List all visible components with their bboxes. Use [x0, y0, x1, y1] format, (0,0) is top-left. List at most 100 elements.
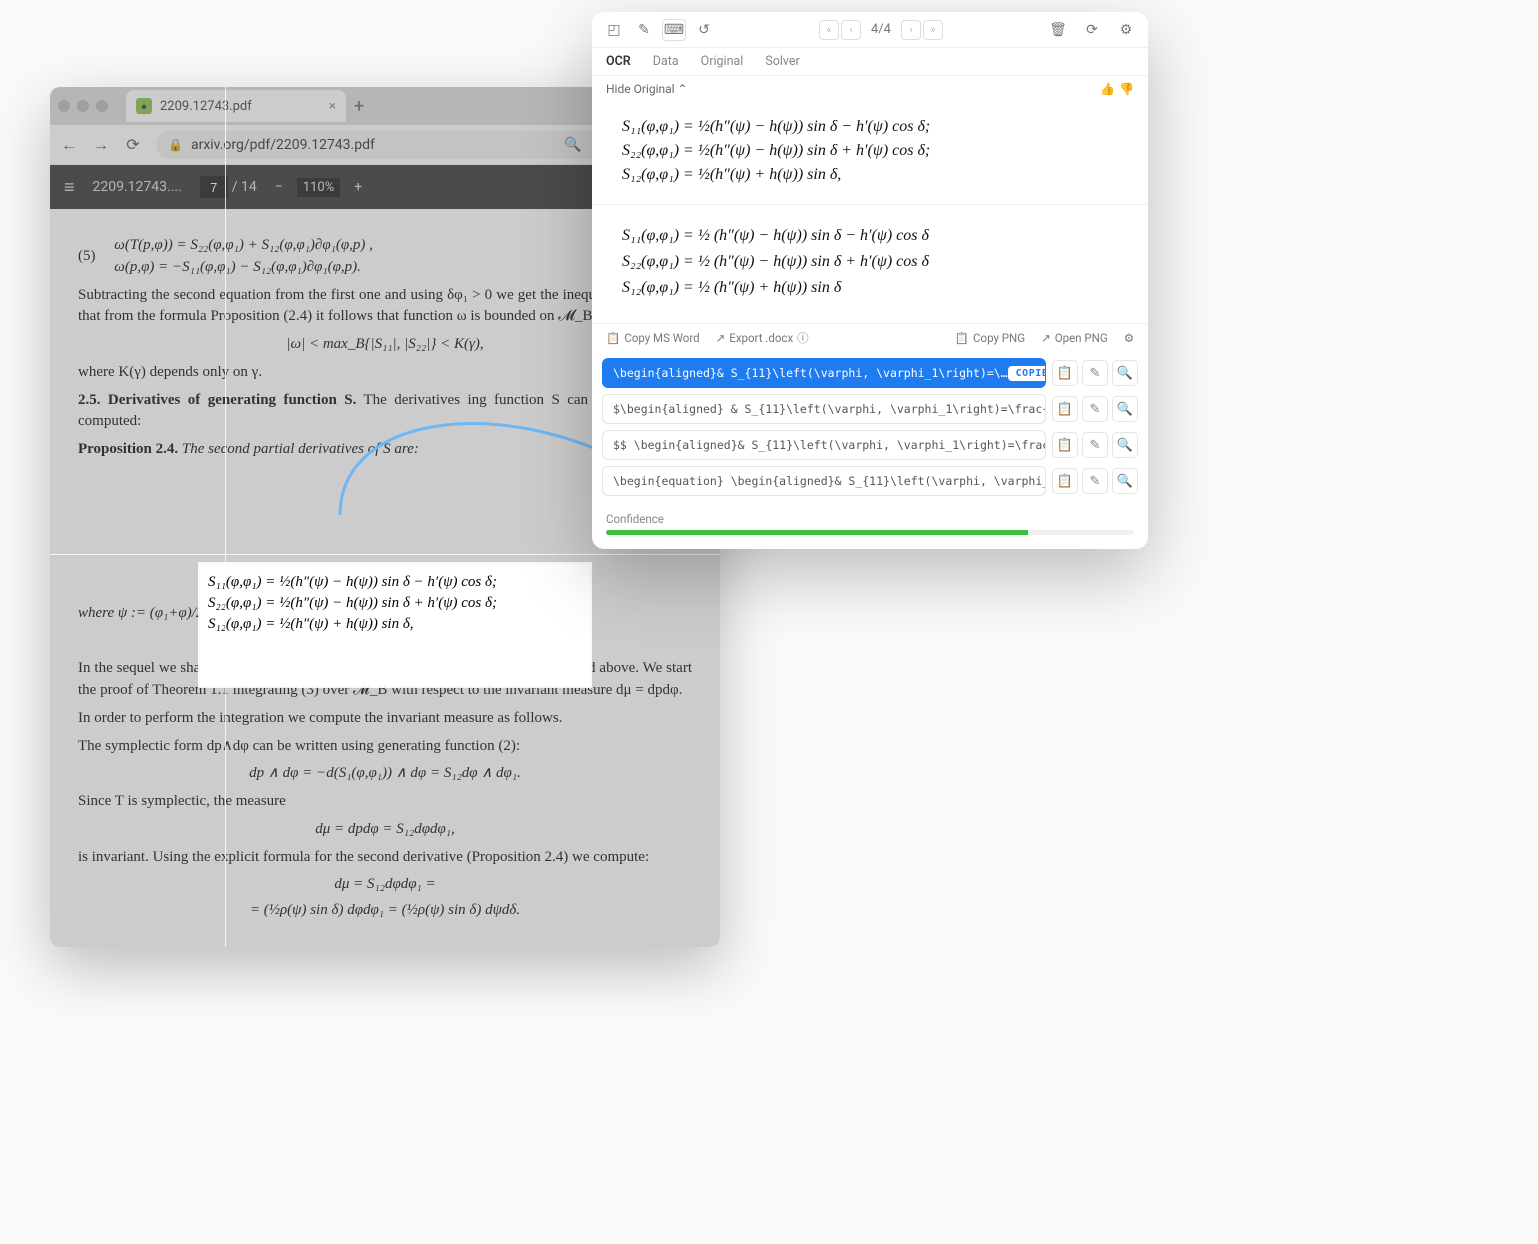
minimize-window-icon[interactable] — [77, 100, 89, 112]
zoom-controls: − 110% + — [275, 178, 362, 197]
section-heading: 2.5. Derivatives of generating function … — [78, 392, 356, 408]
tab-ocr[interactable]: OCR — [606, 54, 631, 69]
copy-button[interactable]: 📋 — [1052, 396, 1078, 422]
original-eq-2: S₂₂(φ,φ₁) = ½(h″(ψ) − h(ψ)) sin δ + h′(ψ… — [622, 142, 1118, 160]
copy-icon: 📋 — [955, 331, 969, 345]
paragraph: The symplectic form dp∧dφ can be written… — [78, 736, 692, 758]
edit-button[interactable]: ✎ — [1082, 396, 1108, 422]
tab-solver[interactable]: Solver — [765, 54, 799, 69]
thumbs-up-icon[interactable]: 👍 — [1100, 82, 1115, 96]
copy-button[interactable]: 📋 — [1052, 432, 1078, 458]
result-text[interactable]: $$ \begin{aligned}& S_{11}\left(\varphi,… — [602, 430, 1046, 460]
new-tab-button[interactable]: + — [354, 96, 364, 117]
symplectic-eq: dp ∧ dφ = −d(S₁(φ,φ₁)) ∧ dφ = S₁₂dφ ∧ dφ… — [78, 763, 692, 785]
paragraph: Since T is symplectic, the measure — [78, 791, 692, 813]
copy-msword-button[interactable]: 📋 Copy MS Word — [606, 331, 700, 345]
export-docx-button[interactable]: ↗ Export .docx ⓘ — [716, 330, 809, 346]
pdf-filename: 2209.12743.... — [93, 179, 182, 195]
pager-next-button[interactable]: › — [901, 20, 921, 40]
rendered-eq-3: S₁₂(φ,φ₁) = ½ (h″(ψ) + h(ψ)) sin δ — [622, 279, 1118, 297]
copied-badge: COPIED — [1008, 366, 1046, 381]
search-button[interactable]: 🔍 — [1112, 468, 1138, 494]
maximize-window-icon[interactable] — [96, 100, 108, 112]
back-button[interactable]: ← — [60, 135, 78, 155]
thumbs-down-icon[interactable]: 👎 — [1119, 82, 1134, 96]
paragraph: In order to perform the integration we c… — [78, 708, 692, 730]
tab-data[interactable]: Data — [653, 54, 679, 69]
export-settings-icon[interactable]: ⚙ — [1124, 331, 1134, 345]
zoom-out-button[interactable]: − — [275, 179, 283, 195]
pager-first-button[interactable]: « — [819, 20, 839, 40]
original-image-area: S₁₁(φ,φ₁) = ½(h″(ψ) − h(ψ)) sin δ − h′(ψ… — [592, 102, 1148, 205]
zoom-in-button[interactable]: + — [354, 179, 362, 195]
selection-guide-horizontal — [50, 554, 720, 555]
search-button[interactable]: 🔍 — [1112, 360, 1138, 386]
history-icon[interactable]: ↺ — [692, 19, 716, 41]
pager-prev-button[interactable]: ‹ — [841, 20, 861, 40]
proposition-body: The second partial derivatives of S are: — [182, 441, 419, 457]
pager: « ‹ 4/4 › » — [819, 20, 943, 40]
ocr-panel: ◰ ✎ ⌨ ↺ « ‹ 4/4 › » 🗑 ⟳ ⚙ OCR Data Origi… — [592, 12, 1148, 549]
eq5a: ω(T(p,φ)) = S₂₂(φ,φ₁) + S₁₂(φ,φ₁)∂φ₁(φ,p… — [114, 237, 373, 253]
selected-eq-2: S₂₂(φ,φ₁) = ½(h″(ψ) − h(ψ)) sin δ + h′(ψ… — [208, 595, 582, 612]
reload-button[interactable]: ⟳ — [124, 135, 142, 154]
browser-tab[interactable]: ● 2209.12743.pdf × — [126, 90, 346, 122]
settings-icon[interactable]: ⚙ — [1114, 19, 1138, 41]
open-png-button[interactable]: ↗ Open PNG — [1041, 331, 1108, 345]
edit-button[interactable]: ✎ — [1082, 468, 1108, 494]
chevron-up-icon: ⌃ — [678, 82, 688, 96]
search-icon[interactable]: 🔍 — [564, 137, 581, 153]
result-text[interactable]: \begin{aligned}& S_{11}\left(\varphi, \v… — [602, 358, 1046, 388]
close-window-icon[interactable] — [58, 100, 70, 112]
result-row: \begin{equation} \begin{aligned}& S_{11}… — [602, 466, 1138, 496]
url-text: arxiv.org/pdf/2209.12743.pdf — [191, 137, 375, 153]
edit-icon[interactable]: ✎ — [632, 19, 656, 41]
close-tab-icon[interactable]: × — [329, 99, 336, 114]
selection-guide-vertical — [225, 87, 226, 947]
final-eq-1: dμ = S₁₂dφdφ₁ = — [78, 874, 692, 896]
page-indicator: / 14 — [200, 176, 257, 198]
page-input[interactable] — [200, 176, 228, 198]
panel-toolbar: ◰ ✎ ⌨ ↺ « ‹ 4/4 › » 🗑 ⟳ ⚙ — [592, 12, 1148, 48]
search-button[interactable]: 🔍 — [1112, 432, 1138, 458]
confidence-bar — [606, 530, 1134, 535]
original-eq-1: S₁₁(φ,φ₁) = ½(h″(ψ) − h(ψ)) sin δ − h′(ψ… — [622, 118, 1118, 136]
export-icon: ↗ — [716, 331, 726, 345]
results-list: \begin{aligned}& S_{11}\left(\varphi, \v… — [592, 352, 1148, 506]
hide-original-row: Hide Original ⌃ 👍 👎 — [592, 76, 1148, 102]
help-icon[interactable]: ⓘ — [797, 330, 809, 346]
rendered-latex-area: S₁₁(φ,φ₁) = ½ (h″(ψ) − h(ψ)) sin δ − h′(… — [592, 205, 1148, 324]
forward-button[interactable]: → — [92, 135, 110, 155]
proposition-title: Proposition 2.4. — [78, 441, 178, 457]
copy-button[interactable]: 📋 — [1052, 360, 1078, 386]
delete-icon[interactable]: 🗑 — [1046, 19, 1070, 41]
pager-last-button[interactable]: » — [923, 20, 943, 40]
window-controls[interactable] — [58, 100, 108, 112]
final-eq-2: = (½ρ(ψ) sin δ) dφdφ₁ = (½ρ(ψ) sin δ) dψ… — [78, 900, 692, 922]
result-row: $$ \begin{aligned}& S_{11}\left(\varphi,… — [602, 430, 1138, 460]
rendered-eq-1: S₁₁(φ,φ₁) = ½ (h″(ψ) − h(ψ)) sin δ − h′(… — [622, 227, 1118, 245]
capture-icon[interactable]: ◰ — [602, 19, 626, 41]
copy-png-button[interactable]: 📋 Copy PNG — [955, 331, 1025, 345]
keyboard-icon[interactable]: ⌨ — [662, 19, 686, 41]
confidence-fill — [606, 530, 1028, 535]
result-row: $\begin{aligned} & S_{11}\left(\varphi, … — [602, 394, 1138, 424]
selected-eq-3: S₁₂(φ,φ₁) = ½(h″(ψ) + h(ψ)) sin δ, — [208, 616, 582, 633]
search-button[interactable]: 🔍 — [1112, 396, 1138, 422]
tab-original[interactable]: Original — [701, 54, 744, 69]
hide-original-toggle[interactable]: Hide Original ⌃ — [606, 82, 688, 96]
edit-button[interactable]: ✎ — [1082, 360, 1108, 386]
result-text[interactable]: $\begin{aligned} & S_{11}\left(\varphi, … — [602, 394, 1046, 424]
selected-eq-1: S₁₁(φ,φ₁) = ½(h″(ψ) − h(ψ)) sin δ − h′(ψ… — [208, 574, 582, 591]
copy-button[interactable]: 📋 — [1052, 468, 1078, 494]
edit-button[interactable]: ✎ — [1082, 432, 1108, 458]
refresh-icon[interactable]: ⟳ — [1080, 19, 1104, 41]
confidence-section: Confidence — [592, 506, 1148, 549]
result-text[interactable]: \begin{equation} \begin{aligned}& S_{11}… — [602, 466, 1046, 496]
lock-icon: 🔒 — [168, 138, 183, 152]
address-bar[interactable]: 🔒 arxiv.org/pdf/2209.12743.pdf 🔍 ⇪ ☆ — [156, 131, 646, 159]
panel-tabs: OCR Data Original Solver — [592, 48, 1148, 76]
favicon-icon: ● — [136, 98, 152, 114]
zoom-value: 110% — [297, 178, 340, 197]
menu-icon[interactable]: ≡ — [64, 177, 75, 198]
